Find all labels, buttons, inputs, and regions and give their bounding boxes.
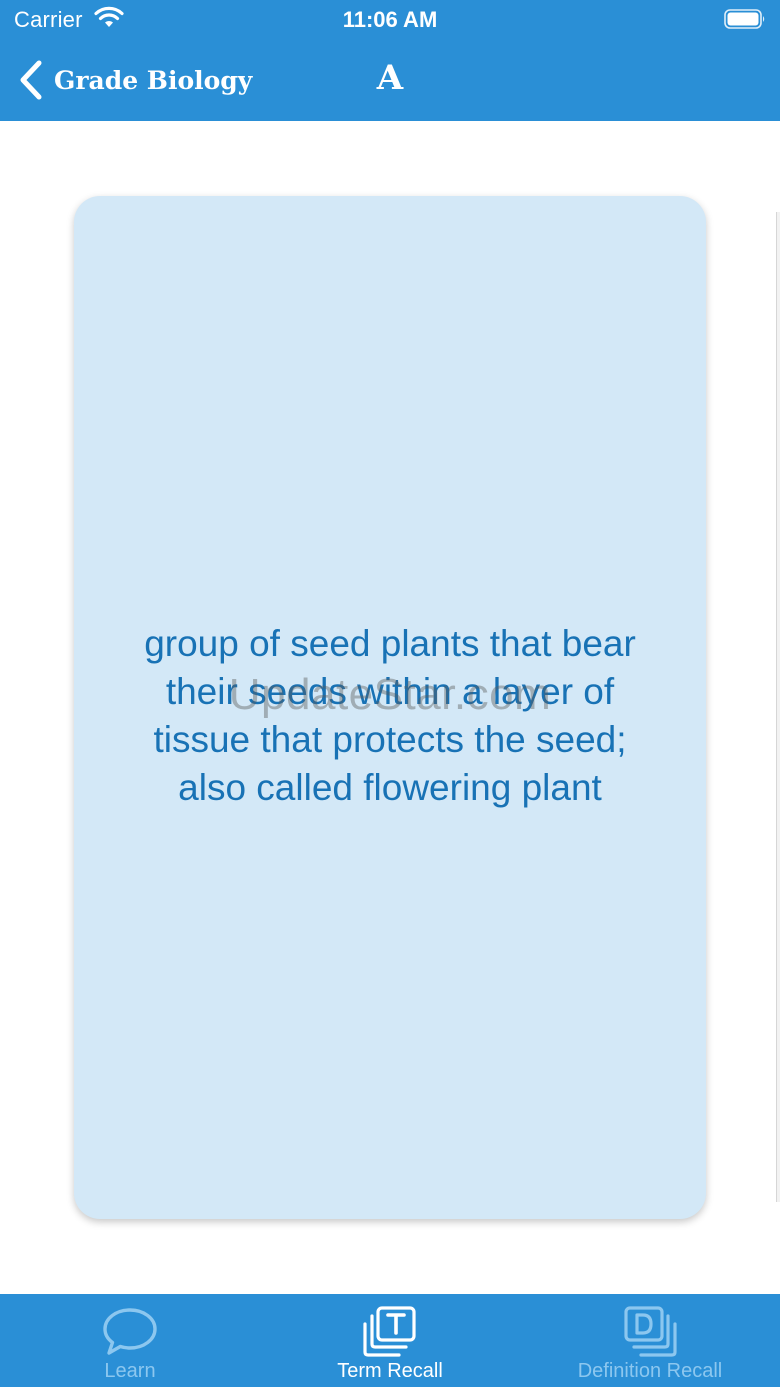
tab-learn[interactable]: Learn [0, 1294, 260, 1387]
tab-bar: Learn Term Recall Definition Recall [0, 1294, 780, 1387]
watermark-text: UpdateStar.com [228, 670, 552, 719]
page-title: A [376, 58, 404, 98]
flashcard-screen: Carrier 11:06 AM Grade Biology A group o… [0, 0, 780, 1387]
status-time: 11:06 AM [342, 7, 438, 32]
navigation-bar: Grade Biology A [0, 40, 780, 121]
definition-cards-icon [624, 1306, 677, 1357]
status-bar: Carrier 11:06 AM [0, 0, 780, 40]
term-cards-icon [363, 1306, 416, 1357]
battery-icon [724, 9, 765, 29]
tab-label: Term Recall [337, 1360, 443, 1382]
tab-label: Definition Recall [577, 1360, 723, 1382]
tab-definition-recall[interactable]: Definition Recall [520, 1294, 780, 1387]
speech-bubble-icon [103, 1308, 157, 1355]
header: Carrier 11:06 AM Grade Biology A [0, 0, 780, 121]
tab-label: Learn [104, 1360, 156, 1382]
tab-term-recall[interactable]: Term Recall [260, 1294, 520, 1387]
